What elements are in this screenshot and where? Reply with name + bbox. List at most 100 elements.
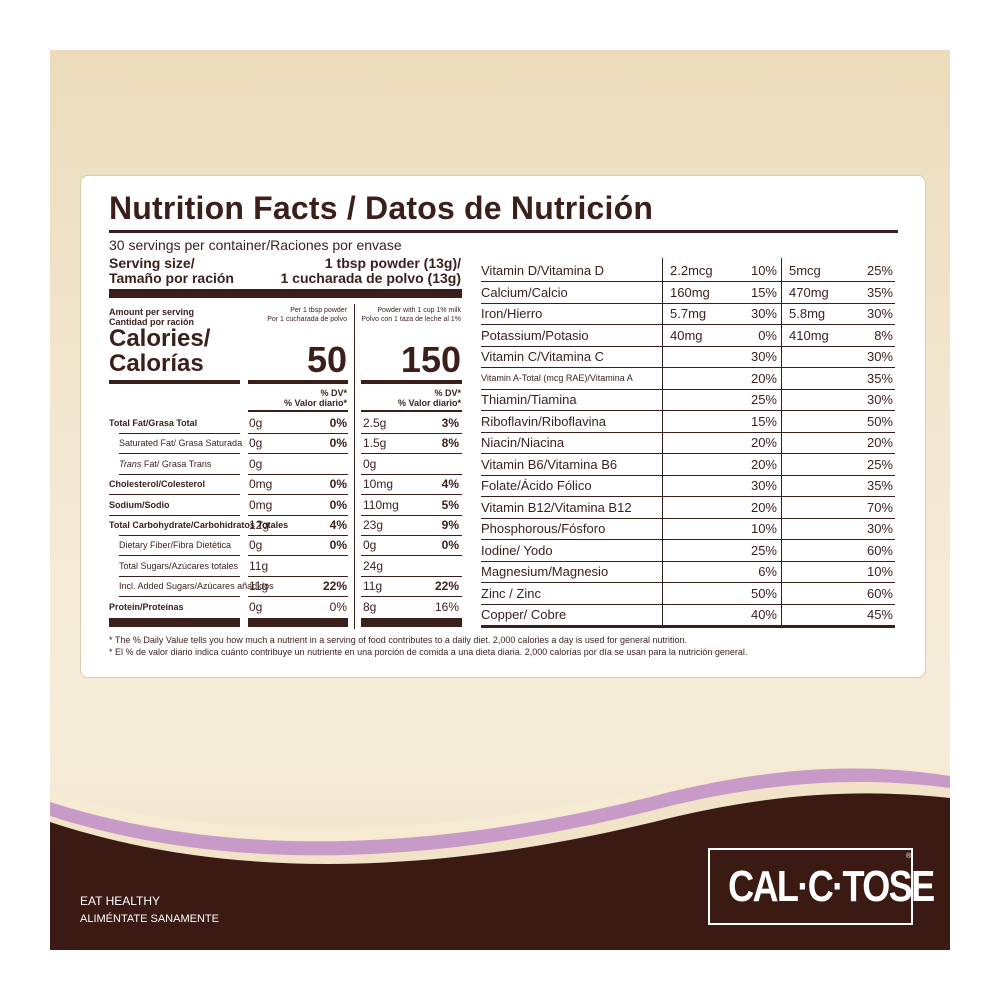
vitamin-name: Iodine/ Yodo [481, 542, 553, 558]
macro-name: Total Sugars/Azúcares totales [119, 560, 239, 571]
macro-name: Cholesterol/Colesterol [109, 479, 206, 490]
amount-per-serving-en: Amount per serving [109, 307, 195, 317]
vitamin-dv-col2: 30% [866, 349, 893, 364]
vitamin-name: Vitamin B12/Vitamina B12 [481, 499, 632, 515]
serving-size-value-es: 1 cucharada de polvo (13g) [280, 270, 462, 286]
vitamin-dv-col1: 50% [750, 585, 777, 601]
vitamin-name: Magnesium/Magnesio [481, 564, 609, 579]
vitamin-name: Niacin/Niacina [481, 435, 565, 450]
serving-size-value-en: 1 tbsp powder (13g)/ [324, 255, 461, 271]
nutrition-facts-panel: Nutrition Facts / Datos de Nutrición 30 … [80, 175, 926, 678]
calories-value-col2: 150 [400, 339, 461, 380]
title-rule [109, 230, 898, 233]
dv-header-col1-en: % DV* [320, 388, 347, 398]
col-divider-a2 [781, 258, 782, 626]
vitamin-dv-col2: 10% [866, 564, 893, 579]
macro-amount-col2: 24g [363, 558, 384, 573]
vitamin-dv-col1: 20% [750, 370, 777, 386]
thick-rule-top [109, 289, 462, 298]
vitamin-name: Vitamin C/Vitamina C [481, 349, 605, 364]
calories-label-en: Calories/ [109, 325, 211, 352]
vitamin-dv-col2: 35% [866, 478, 893, 493]
serving-size-label-es: Tamaño por ración [109, 270, 234, 286]
macro-dv-col2: 9% [441, 518, 459, 532]
macro-dv-col1: 0% [329, 416, 347, 430]
macro-name: Incl. Added Sugars/Azúcares añadidos [119, 581, 274, 592]
macro-dv-col1: 0% [329, 599, 347, 614]
vitamin-dv-col1: 25% [750, 542, 777, 558]
vitamin-name: Copper/ Cobre [481, 607, 567, 622]
macro-name: Saturated Fat/ Grasa Saturada [119, 438, 243, 449]
label-background: Nutrition Facts / Datos de Nutrición 30 … [50, 50, 950, 950]
macro-dv-col2: 5% [441, 497, 459, 512]
dv-header-col2-en: % DV* [434, 388, 461, 398]
vitamin-name: Potassium/Potasio [481, 327, 589, 343]
vitamin-dv-col2: 30% [866, 392, 893, 407]
vitamin-name: Calcium/Calcio [481, 284, 568, 300]
thick-rule-bottom-col1 [248, 618, 348, 627]
vitamin-dv-col1: 15% [750, 413, 777, 429]
vitamin-dv-col2: 30% [866, 521, 893, 536]
macro-dv-col2: 0% [441, 538, 459, 553]
col2-header-en: Powder with 1 cup 1% milk [377, 307, 461, 314]
vitamin-name: Vitamin B6/Vitamina B6 [481, 456, 618, 472]
macro-dv-col1: 22% [322, 579, 347, 594]
vitamin-name: Thiamin/Tiamina [481, 392, 577, 407]
brand-logo-text: CAL·C·TOSE [728, 862, 935, 911]
calories-rule-name [109, 380, 240, 384]
macro-amount-col1: 11g [249, 558, 269, 573]
vitamin-dv-col1: 10% [750, 521, 777, 536]
thick-rule-bottom-name [109, 618, 240, 627]
vitamin-dv-col2: 60% [866, 542, 893, 558]
col1-header-es: Por 1 cucharada de polvo [267, 316, 347, 323]
macro-dv-col1: 4% [329, 518, 347, 532]
macro-dv-col2: 3% [441, 416, 459, 430]
vitamin-dv-col2: 60% [866, 585, 893, 601]
servings-per-container: 30 servings per container/Raciones por e… [109, 237, 402, 253]
macro-dv-col1: 0% [329, 477, 347, 492]
dv-rule-col2 [361, 410, 462, 412]
slogan-en: EAT HEALTHY [80, 894, 161, 908]
col2-header-es: Polvo con 1 taza de leche al 1% [361, 316, 461, 323]
slogan-es: ALIMÉNTATE SANAMENTE [80, 913, 219, 925]
thick-rule-bottom-col2 [361, 618, 462, 627]
vitamin-dv-col1: 20% [750, 456, 777, 472]
serving-size-label-en: Serving size/ [109, 255, 195, 271]
vitamin-dv-col1: 30% [750, 349, 777, 364]
macro-name: Sodium/Sodio [109, 499, 170, 510]
vitamin-dv-col2: 35% [866, 370, 893, 386]
registered-mark: ® [906, 853, 912, 860]
vitamin-name: Phosphorous/Fósforo [481, 521, 606, 536]
footnote-en: * The % Daily Value tells you how much a… [109, 635, 687, 645]
macro-dv-col2: 8% [441, 436, 459, 451]
macro-amount-col2: 0g [363, 456, 377, 471]
nutrition-title: Nutrition Facts / Datos de Nutrición [109, 190, 654, 226]
vitamin-name: Vitamin D/Vitamina D [481, 263, 605, 278]
footnote-es: * El % de valor diario indica cuánto con… [109, 647, 748, 657]
dv-header-col2-es: % Valor diario* [397, 398, 461, 408]
vitamin-name: Zinc / Zinc [481, 585, 541, 601]
vitamin-dv-col2: 70% [866, 499, 893, 515]
col1-header-en: Per 1 tbsp powder [290, 307, 347, 314]
macro-amount-col1: 0g [249, 456, 263, 471]
brand-logo: CAL·C·TOSE ® [708, 848, 935, 925]
macro-dv-col1: 0% [329, 497, 347, 512]
vitamin-dv-col2: 50% [866, 413, 893, 429]
vitamin-dv-col2: 35% [866, 284, 893, 300]
vitamin-name: Folate/Ácido Fólico [481, 478, 592, 493]
vitamin-dv-col1: 6% [758, 564, 777, 579]
dv-rule-col1 [248, 410, 348, 412]
macro-dv-col2: 16% [434, 599, 459, 614]
col-divider-left [354, 304, 355, 629]
macro-dv-col1: 0% [329, 436, 347, 451]
vitamin-dv-col1: 15% [750, 284, 777, 300]
dv-header-col1-es: % Valor diario* [283, 398, 347, 408]
macro-name: Total Carbohydrate/Carbohidratos Totales [109, 520, 289, 530]
vitamin-dv-col2: 30% [866, 306, 893, 321]
macro-name: Trans Fat/ Grasa Trans [119, 458, 212, 469]
macro-dv-col2: 22% [434, 579, 459, 594]
calories-value-col1: 50 [306, 339, 347, 380]
vitamin-name: Vitamin A-Total (mcg RAE)/Vitamina A [481, 372, 633, 383]
calories-rule-col1 [248, 380, 348, 384]
vitamin-dv-col1: 0% [758, 327, 777, 343]
